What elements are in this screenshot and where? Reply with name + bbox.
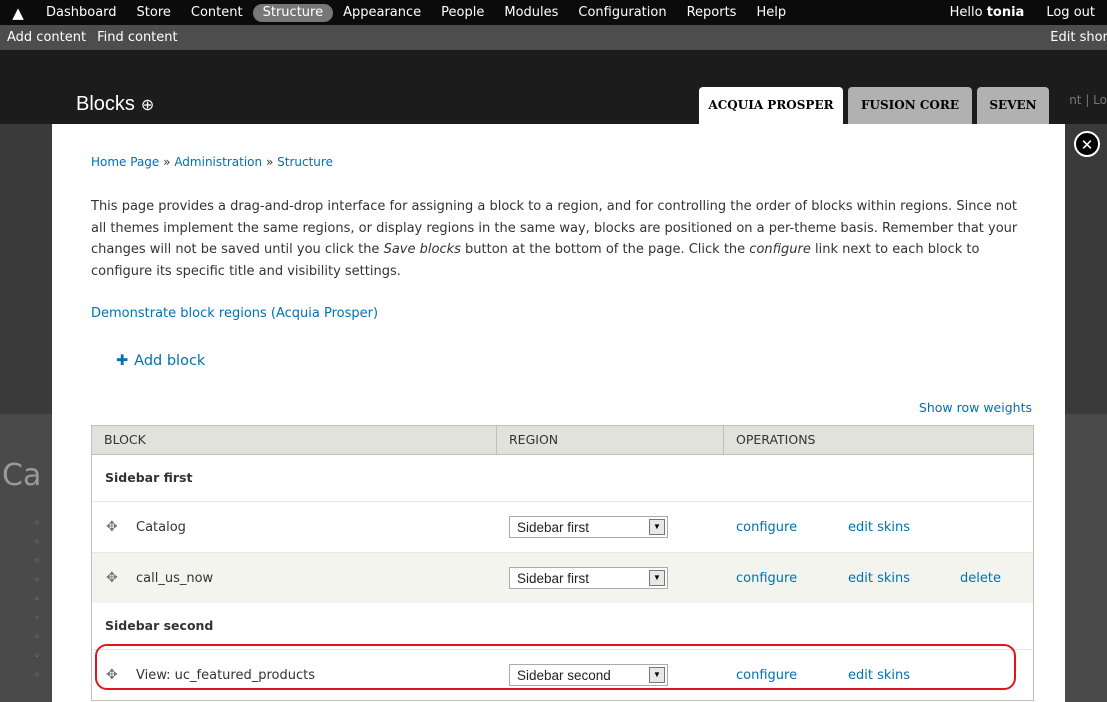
username[interactable]: tonia xyxy=(987,5,1025,20)
show-row-weights-link[interactable]: Show row weights xyxy=(919,400,1032,415)
home-icon[interactable]: ▲ xyxy=(0,0,36,25)
breadcrumb-administration[interactable]: Administration xyxy=(174,155,262,169)
blocks-table: BLOCK REGION OPERATIONS Sidebar first ✥ … xyxy=(91,425,1034,701)
menu-structure[interactable]: Structure xyxy=(252,3,334,22)
tab-seven[interactable]: SEVEN xyxy=(977,87,1049,124)
table-row: ✥ call_us_now Sidebar first ▼ configure … xyxy=(92,552,1033,603)
admin-toolbar: ▲ Dashboard Store Content Structure Appe… xyxy=(0,0,1107,50)
edit-skins-link[interactable]: edit skins xyxy=(848,571,960,586)
menu-modules[interactable]: Modules xyxy=(494,0,568,25)
page-description: This page provides a drag-and-drop inter… xyxy=(91,196,1036,282)
table-header: BLOCK REGION OPERATIONS xyxy=(92,426,1033,455)
add-shortcut-icon[interactable]: ⊕ xyxy=(141,97,154,114)
column-header-region: REGION xyxy=(497,426,724,454)
configure-link[interactable]: configure xyxy=(736,520,848,535)
page-title-text: Blocks xyxy=(76,93,135,115)
add-block-label: Add block xyxy=(134,353,206,369)
block-name-cell: ✥ View: uc_featured_products xyxy=(92,667,497,683)
add-block-button[interactable]: ✚ Add block xyxy=(116,353,205,369)
block-name: View: uc_featured_products xyxy=(136,667,315,683)
operations-cell: configure edit skins xyxy=(724,520,960,535)
demonstrate-regions-link[interactable]: Demonstrate block regions (Acquia Prospe… xyxy=(91,306,378,321)
dropdown-arrow-icon[interactable]: ▼ xyxy=(649,667,665,683)
background-text-fragment: Ca xyxy=(2,458,42,493)
breadcrumb-separator: » xyxy=(163,155,171,169)
breadcrumb-structure[interactable]: Structure xyxy=(277,155,333,169)
breadcrumb-home[interactable]: Home Page xyxy=(91,155,159,169)
toolbar-menu: ▲ Dashboard Store Content Structure Appe… xyxy=(0,0,1107,25)
breadcrumb: Home Page » Administration » Structure xyxy=(91,155,333,169)
delete-link[interactable]: delete xyxy=(960,571,1001,586)
user-area: Hello tonia Log out xyxy=(950,0,1095,25)
region-cell: Sidebar first ▼ xyxy=(497,567,724,589)
operations-cell: configure edit skins xyxy=(724,668,960,683)
theme-tabs: ACQUIA PROSPER FUSION CORE SEVEN xyxy=(699,87,1054,124)
drag-handle-icon[interactable]: ✥ xyxy=(106,667,136,683)
plus-icon: ✚ xyxy=(116,353,129,369)
desc-text-2: button at the bottom of the page. Click … xyxy=(460,242,750,257)
shortcut-add-content[interactable]: Add content xyxy=(0,25,86,50)
close-icon[interactable]: ✕ xyxy=(1074,131,1100,157)
shortcut-find-content[interactable]: Find content xyxy=(90,25,178,50)
shortcuts-bar: Add content Find content Edit short xyxy=(0,25,1107,50)
edit-shortcuts-link[interactable]: Edit short xyxy=(1050,25,1107,50)
column-header-block: BLOCK xyxy=(92,426,497,454)
menu-store[interactable]: Store xyxy=(127,0,181,25)
block-name-cell: ✥ Catalog xyxy=(92,519,497,535)
block-name: call_us_now xyxy=(136,570,214,586)
menu-dashboard[interactable]: Dashboard xyxy=(36,0,127,25)
dropdown-arrow-icon[interactable]: ▼ xyxy=(649,570,665,586)
region-select-value: Sidebar first xyxy=(517,519,590,535)
drag-handle-icon[interactable]: ✥ xyxy=(106,519,136,535)
region-select[interactable]: Sidebar second ▼ xyxy=(509,664,668,686)
breadcrumb-separator: » xyxy=(265,155,274,169)
background-bullets: ◦ ◦ ◦ ◦ ◦ ◦ ◦ ◦ ◦ xyxy=(34,518,40,681)
drag-handle-icon[interactable]: ✥ xyxy=(106,570,136,586)
dropdown-arrow-icon[interactable]: ▼ xyxy=(649,519,665,535)
region-header-sidebar-second: Sidebar second xyxy=(92,603,1033,649)
table-row: ✥ Catalog Sidebar first ▼ configure edit… xyxy=(92,501,1033,552)
menu-appearance[interactable]: Appearance xyxy=(333,0,431,25)
region-select[interactable]: Sidebar first ▼ xyxy=(509,516,668,538)
table-row: ✥ View: uc_featured_products Sidebar sec… xyxy=(92,649,1033,700)
region-select-value: Sidebar second xyxy=(517,667,611,683)
greeting-text: Hello xyxy=(949,5,983,20)
column-header-operations: OPERATIONS xyxy=(736,432,816,447)
greeting: Hello tonia xyxy=(950,5,1025,20)
tab-acquia-prosper[interactable]: ACQUIA PROSPER xyxy=(699,87,843,124)
menu-help[interactable]: Help xyxy=(746,0,796,25)
region-select[interactable]: Sidebar first ▼ xyxy=(509,567,668,589)
menu-configuration[interactable]: Configuration xyxy=(568,0,676,25)
block-name-cell: ✥ call_us_now xyxy=(92,570,497,586)
edit-skins-link[interactable]: edit skins xyxy=(848,520,960,535)
region-header-sidebar-first: Sidebar first xyxy=(92,455,1033,501)
region-select-value: Sidebar first xyxy=(517,570,590,586)
operations-cell: configure edit skins delete xyxy=(724,571,1001,586)
desc-save-blocks: Save blocks xyxy=(383,242,461,257)
page-title: Blocks ⊕ xyxy=(76,93,154,116)
desc-configure: configure xyxy=(749,242,811,257)
menu-people[interactable]: People xyxy=(431,0,494,25)
configure-link[interactable]: configure xyxy=(736,571,848,586)
edit-skins-link[interactable]: edit skins xyxy=(848,668,960,683)
region-cell: Sidebar second ▼ xyxy=(497,664,724,686)
logout-link[interactable]: Log out xyxy=(1046,5,1095,20)
region-cell: Sidebar first ▼ xyxy=(497,516,724,538)
menu-reports[interactable]: Reports xyxy=(677,0,747,25)
menu-content[interactable]: Content xyxy=(181,0,253,25)
configure-link[interactable]: configure xyxy=(736,668,848,683)
tab-fusion-core[interactable]: FUSION CORE xyxy=(848,87,972,124)
block-name: Catalog xyxy=(136,519,186,535)
background-nav-fragment: nt | Lo xyxy=(1069,93,1107,107)
